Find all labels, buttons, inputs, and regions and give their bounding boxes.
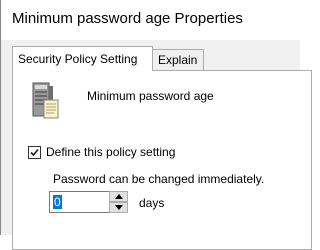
tab-explain-label: Explain [158, 53, 198, 67]
increment-button[interactable] [109, 191, 128, 202]
days-value: 0 [53, 195, 62, 209]
define-policy-label: Define this policy setting [46, 145, 176, 159]
spinner-buttons [109, 191, 128, 213]
tab-explain[interactable]: Explain [152, 49, 204, 71]
server-icon [30, 82, 64, 120]
tab-security-policy-setting[interactable]: Security Policy Setting [12, 46, 153, 71]
window-title: Minimum password age Properties [12, 10, 243, 27]
title-bar[interactable]: Minimum password age Properties [1, 0, 300, 40]
days-input[interactable]: 0 [49, 191, 110, 213]
days-unit-label: days [139, 196, 165, 210]
checkmark-icon [30, 148, 39, 156]
properties-dialog: Minimum password age Properties Security… [0, 0, 312, 250]
tab-security-policy-setting-label: Security Policy Setting [18, 52, 138, 66]
define-policy-checkbox[interactable] [28, 145, 41, 159]
days-spinner[interactable]: 0 [49, 191, 131, 213]
arrow-up-icon [115, 194, 123, 199]
decrement-button[interactable] [109, 202, 128, 213]
arrow-down-icon [115, 205, 123, 210]
password-change-status: Password can be changed immediately. [53, 172, 265, 186]
define-policy-checkbox-row[interactable]: Define this policy setting [28, 144, 175, 160]
policy-name: Minimum password age [87, 89, 214, 103]
